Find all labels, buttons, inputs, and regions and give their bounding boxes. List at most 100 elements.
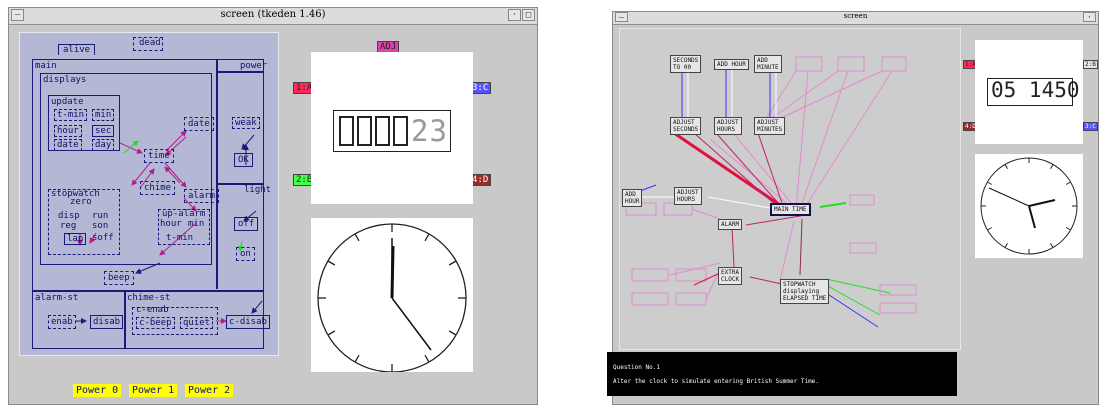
ok-state: OK bbox=[234, 153, 253, 167]
dependency-graph: SECONDS TO 00 ADD HOUR ADD MINUTE ADJUST… bbox=[619, 28, 961, 350]
disp-label: disp bbox=[58, 211, 80, 221]
question-console: Question No.1 Alter the clock to simulat… bbox=[607, 352, 957, 396]
right-minute-hand bbox=[988, 187, 1030, 207]
alive-label: alive bbox=[58, 44, 96, 55]
clock-tick bbox=[1050, 164, 1054, 170]
power-2-button[interactable]: Power 2 bbox=[185, 384, 234, 397]
day-label: day bbox=[92, 139, 115, 151]
power-0-button[interactable]: Power 0 bbox=[73, 384, 122, 397]
maximize-button[interactable]: □ bbox=[522, 9, 535, 21]
min-label: min bbox=[92, 109, 115, 121]
clock-tick bbox=[327, 330, 336, 336]
minimize-button[interactable]: · bbox=[508, 9, 521, 21]
time-state: time bbox=[144, 149, 174, 163]
power-label: power bbox=[240, 61, 268, 71]
right-window: — screen · SECONDS TO 00 ADD HOUR ADD MI… bbox=[607, 11, 1099, 405]
left-window: — screen (tkeden 1.46) · □ alive dead ma… bbox=[8, 7, 538, 405]
date-label: date bbox=[54, 139, 82, 151]
chime-st-label: chime-st bbox=[127, 293, 171, 303]
right-button-2b[interactable]: 2:B bbox=[1083, 60, 1098, 69]
clock-tick bbox=[1050, 242, 1054, 248]
date-state: date bbox=[184, 117, 214, 131]
clock-tick bbox=[424, 354, 430, 363]
beep-state: beep bbox=[104, 271, 134, 285]
digit-4 bbox=[393, 116, 408, 146]
node-adjust-hours-left[interactable]: ADJUST HOURS bbox=[674, 187, 702, 205]
sec-label: sec bbox=[92, 125, 115, 137]
update-label: update bbox=[51, 97, 84, 107]
node-add-minute[interactable]: ADD MINUTE bbox=[754, 55, 782, 73]
node-add-hour-left[interactable]: ADD HOUR bbox=[622, 189, 643, 207]
alarm-st-label: alarm-st bbox=[35, 293, 79, 303]
node-seconds-to-00[interactable]: SECONDS TO 00 bbox=[670, 55, 702, 73]
clock-tick bbox=[448, 260, 457, 266]
clock-tick bbox=[1004, 164, 1008, 170]
right-button-3c[interactable]: 3:C bbox=[1083, 122, 1098, 131]
right-digital-time: 05 1450 bbox=[991, 78, 1080, 102]
clock-tick bbox=[987, 181, 993, 185]
zero-label: zero bbox=[70, 197, 92, 207]
node-adjust-minutes[interactable]: ADJUST MINUTES bbox=[754, 117, 786, 135]
run-label: run bbox=[92, 211, 109, 221]
right-second-hand bbox=[1028, 205, 1036, 229]
console-line-1: Question No.1 bbox=[613, 364, 660, 371]
node-alarm[interactable]: ALARM bbox=[718, 219, 743, 230]
lap-label: lap bbox=[64, 233, 87, 245]
node-stopwatch[interactable]: STOPWATCH displaying ELAPSED TIME bbox=[780, 279, 830, 304]
t-min-label: t-min bbox=[54, 109, 88, 121]
hour-label: hour bbox=[54, 125, 82, 137]
node-extra-clock[interactable]: EXTRA CLOCK bbox=[718, 267, 743, 285]
dead-label: dead bbox=[139, 38, 161, 48]
right-analog-clock-panel bbox=[975, 154, 1083, 258]
clock-tick bbox=[1065, 227, 1071, 231]
clock-tick bbox=[424, 233, 430, 242]
weak-state: weak bbox=[232, 117, 260, 129]
clock-tick bbox=[987, 227, 993, 231]
left-titlebar: — screen (tkeden 1.46) · □ bbox=[9, 8, 537, 25]
clock-tick bbox=[354, 233, 360, 242]
digit-1 bbox=[339, 116, 354, 146]
clock-tick bbox=[448, 330, 457, 336]
digital-display: 23 bbox=[311, 52, 473, 204]
up-alarm-t-min: t-min bbox=[166, 233, 194, 243]
off-state: off bbox=[234, 217, 259, 231]
on-state: on bbox=[236, 247, 255, 261]
enab-state: enab bbox=[48, 315, 76, 329]
main-label: main bbox=[35, 61, 57, 71]
displays-label: displays bbox=[43, 75, 87, 85]
light-label: light bbox=[244, 185, 272, 195]
son-label: son bbox=[92, 221, 109, 231]
c-enab-label: c-enab bbox=[136, 305, 169, 315]
node-adjust-hours-top[interactable]: ADJUST HOURS bbox=[714, 117, 742, 135]
quiet-state: quiet bbox=[180, 317, 214, 329]
chime-state: chime bbox=[140, 181, 176, 195]
analog-clock-panel bbox=[311, 218, 473, 373]
power-1-button[interactable]: Power 1 bbox=[129, 384, 178, 397]
right-hour-hand bbox=[1028, 199, 1056, 207]
digit-2 bbox=[357, 116, 372, 146]
power-divider bbox=[216, 71, 264, 73]
disab-state: disab bbox=[90, 315, 124, 329]
right-close-button[interactable]: · bbox=[1083, 12, 1096, 23]
seconds-digits: 23 bbox=[411, 114, 448, 148]
node-add-hour-top[interactable]: ADD HOUR bbox=[714, 59, 749, 70]
alarm-state: alarm bbox=[184, 189, 220, 203]
reg-label: reg bbox=[60, 221, 77, 231]
left-window-title: screen (tkeden 1.46) bbox=[220, 9, 326, 20]
right-digital-display: 05 1450 bbox=[975, 40, 1083, 144]
node-main-time[interactable]: MAIN TIME bbox=[770, 203, 811, 216]
clock-tick bbox=[354, 354, 360, 363]
right-window-title: screen bbox=[843, 12, 868, 20]
node-adjust-seconds[interactable]: ADJUST SECONDS bbox=[670, 117, 702, 135]
clock-tick bbox=[1065, 181, 1071, 185]
up-alarm-min: min bbox=[188, 219, 205, 229]
main-power-divider bbox=[216, 59, 218, 289]
c-beep-state: c-beep bbox=[136, 317, 175, 329]
c-disab-state: c-disab bbox=[226, 315, 270, 329]
right-analog-clock bbox=[980, 157, 1078, 255]
up-alarm-label: up-alarm bbox=[162, 209, 206, 219]
statechart-panel: alive dead main power displays update t-… bbox=[19, 32, 279, 356]
clock-tick bbox=[327, 260, 336, 266]
clock-tick bbox=[1004, 242, 1008, 248]
right-titlebar: — screen · bbox=[613, 12, 1098, 25]
